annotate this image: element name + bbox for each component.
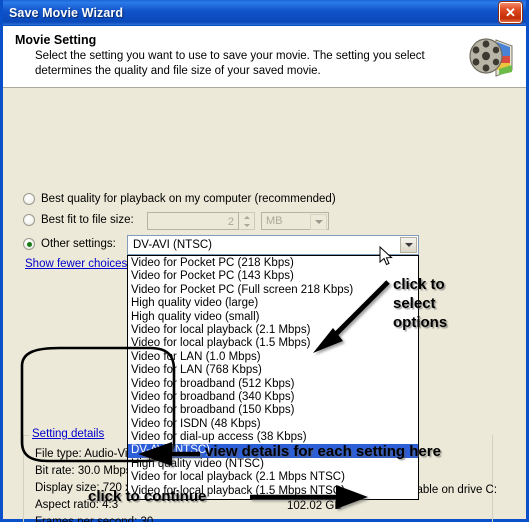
radio-best-fit[interactable] — [23, 214, 35, 226]
page-title: Movie Setting — [15, 33, 97, 47]
list-item[interactable]: Video for broadband (150 Kbps) — [128, 404, 418, 417]
list-item[interactable]: Video for ISDN (48 Kbps) — [128, 418, 418, 431]
title-bar: Save Movie Wizard ✕ — [3, 0, 526, 26]
close-icon[interactable]: ✕ — [499, 2, 522, 23]
window-title: Save Movie Wizard — [9, 5, 124, 20]
file-size-units-select[interactable]: MB — [261, 212, 329, 230]
option-best-quality-label: Best quality for playback on my computer… — [41, 193, 336, 205]
wizard-header: Movie Setting Select the setting you wan… — [3, 26, 526, 88]
list-item[interactable]: Video for LAN (1.0 Mbps) — [128, 351, 418, 364]
disk-space-value: 102.02 GB — [287, 500, 342, 512]
radio-other-settings[interactable] — [23, 238, 35, 250]
stepper-up-icon[interactable] — [243, 215, 250, 219]
list-item[interactable]: Video for Pocket PC (218 Kbps) — [128, 257, 418, 270]
file-size-input[interactable]: 2 — [147, 212, 239, 230]
movie-reel-icon — [469, 38, 513, 77]
file-size-controls: 2 MB — [147, 212, 329, 230]
option-best-quality[interactable]: Best quality for playback on my computer… — [23, 193, 336, 205]
list-item[interactable]: Video for Pocket PC (143 Kbps) — [128, 270, 418, 283]
mouse-cursor-icon — [379, 246, 393, 266]
option-other-settings-label: Other settings: — [41, 238, 116, 250]
list-item[interactable]: Video for local playback (1.5 Mbps) — [128, 337, 418, 350]
radio-best-quality[interactable] — [23, 193, 35, 205]
option-best-fit-label: Best fit to file size: — [41, 214, 134, 226]
annotation-click-continue: click to continue — [88, 488, 207, 505]
other-settings-combobox[interactable]: DV-AVI (NTSC) — [127, 235, 419, 255]
stepper-down-icon[interactable] — [243, 223, 250, 227]
list-item[interactable]: High quality video (small) — [128, 311, 418, 324]
annotation-select-options: click to select options — [393, 276, 448, 331]
file-size-units-value: MB — [266, 215, 283, 227]
page-description: Select the setting you want to use to sa… — [35, 50, 425, 77]
list-item[interactable]: Video for Pocket PC (Full screen 218 Kbp… — [128, 284, 418, 297]
list-item[interactable]: Video for broadband (340 Kbps) — [128, 391, 418, 404]
file-size-stepper[interactable] — [239, 212, 255, 230]
chevron-down-icon[interactable] — [310, 214, 327, 230]
list-item[interactable]: High quality video (large) — [128, 297, 418, 310]
list-item[interactable]: Video for local playback (2.1 Mbps) — [128, 324, 418, 337]
list-item[interactable]: Video for broadband (512 Kbps) — [128, 378, 418, 391]
list-item[interactable]: Video for LAN (768 Kbps) — [128, 364, 418, 377]
setting-details-legend[interactable]: Setting details — [29, 428, 108, 440]
list-item[interactable]: Video for local playback (2.1 Mbps NTSC) — [128, 471, 418, 484]
option-best-fit[interactable]: Best fit to file size: — [23, 214, 134, 226]
screenshot-root: Save Movie Wizard ✕ Movie Setting Select… — [0, 0, 529, 522]
detail-fps: Frames per second: 30 — [35, 516, 154, 522]
combobox-value: DV-AVI (NTSC) — [133, 239, 213, 251]
show-fewer-choices-link[interactable]: Show fewer choices... — [25, 258, 137, 270]
option-other-settings[interactable]: Other settings: — [23, 238, 116, 250]
other-settings-dropdown-list[interactable]: Video for Pocket PC (218 Kbps) Video for… — [127, 255, 419, 501]
chevron-down-icon[interactable] — [400, 237, 417, 253]
annotation-view-details: view details for each setting here — [205, 443, 441, 460]
